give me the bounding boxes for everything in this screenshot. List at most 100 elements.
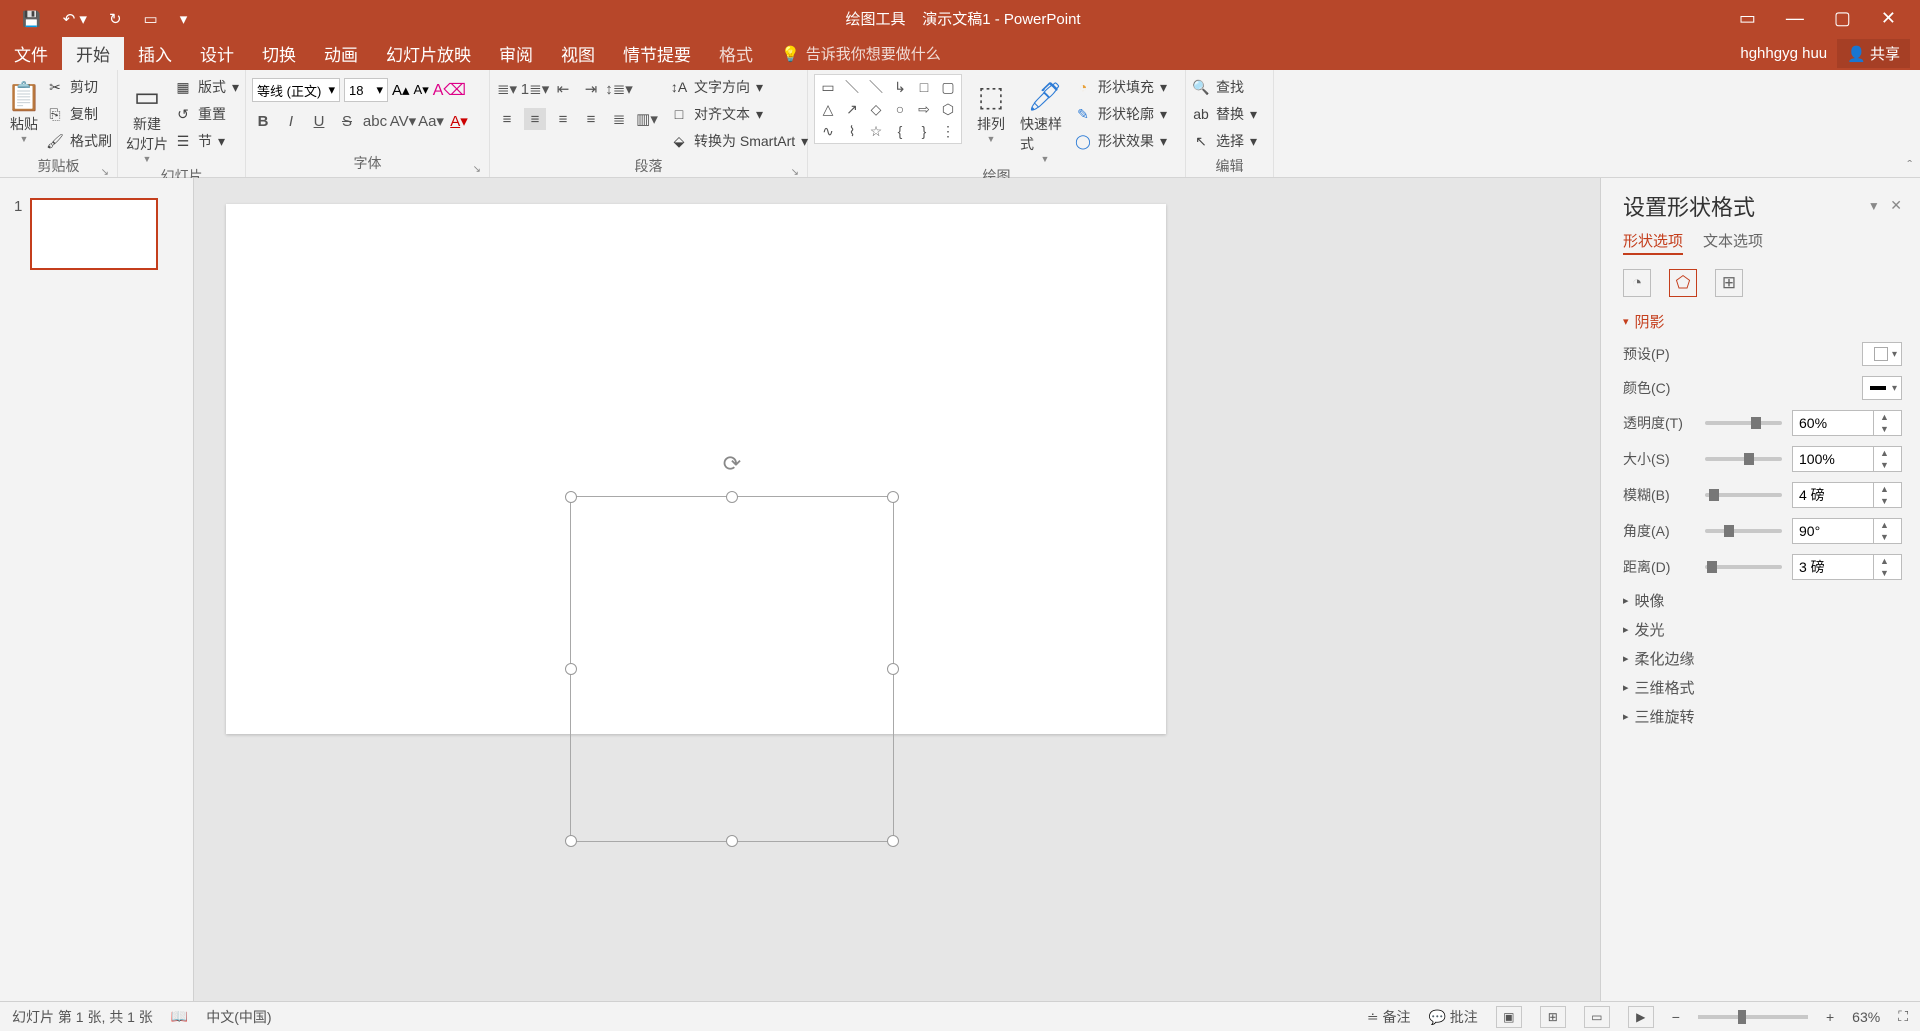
angle-slider[interactable] bbox=[1705, 529, 1782, 533]
tab-file[interactable]: 文件 bbox=[0, 37, 62, 70]
shape-diamond-icon[interactable]: ◇ bbox=[865, 99, 887, 119]
copy-button[interactable]: ⎘复制 bbox=[46, 101, 112, 127]
section-3d-format[interactable]: ▸三维格式 bbox=[1623, 677, 1902, 698]
font-color-button[interactable]: A▾ bbox=[448, 110, 470, 132]
shape-freeform-icon[interactable]: ⌇ bbox=[841, 121, 863, 141]
increase-font-icon[interactable]: A▴ bbox=[392, 81, 410, 99]
align-center-button[interactable]: ≡ bbox=[524, 108, 546, 130]
ribbon-display-icon[interactable]: ▭ bbox=[1739, 8, 1756, 29]
size-input[interactable] bbox=[1793, 447, 1873, 471]
angle-spinner[interactable]: ▲▼ bbox=[1792, 518, 1902, 544]
distance-slider[interactable] bbox=[1705, 565, 1782, 569]
shape-line2-icon[interactable]: ＼ bbox=[865, 77, 887, 97]
blur-input[interactable] bbox=[1793, 483, 1873, 507]
fill-line-category-icon[interactable]: ◔ bbox=[1623, 269, 1651, 297]
shape-outline-button[interactable]: ✎形状轮廓 ▾ bbox=[1074, 101, 1167, 127]
resize-handle-ne[interactable] bbox=[887, 491, 899, 503]
tab-view[interactable]: 视图 bbox=[547, 37, 609, 70]
align-right-button[interactable]: ≡ bbox=[552, 108, 574, 130]
text-direction-button[interactable]: ↕A文字方向 ▾ bbox=[670, 74, 808, 100]
fit-to-window-button[interactable]: ⛶ bbox=[1898, 1008, 1908, 1025]
layout-button[interactable]: ▦版式 ▾ bbox=[174, 74, 239, 100]
tab-review[interactable]: 审阅 bbox=[485, 37, 547, 70]
share-button[interactable]: 👤 共享 bbox=[1837, 39, 1910, 68]
dialog-launcher-icon[interactable]: ↘ bbox=[473, 164, 481, 175]
blur-slider[interactable] bbox=[1705, 493, 1782, 497]
bold-button[interactable]: B bbox=[252, 110, 274, 132]
shape-hexagon-icon[interactable]: ⬡ bbox=[937, 99, 959, 119]
distribute-button[interactable]: ≣ bbox=[608, 108, 630, 130]
slide[interactable]: ⟳ bbox=[226, 204, 1166, 734]
zoom-in-button[interactable]: + bbox=[1826, 1009, 1834, 1025]
align-text-button[interactable]: □对齐文本 ▾ bbox=[670, 101, 808, 127]
cut-button[interactable]: ✂剪切 bbox=[46, 74, 112, 100]
notes-button[interactable]: ≐ 备注 bbox=[1367, 1007, 1411, 1027]
resize-handle-se[interactable] bbox=[887, 835, 899, 847]
zoom-out-button[interactable]: − bbox=[1672, 1009, 1680, 1025]
quick-styles-button[interactable]: 🖊 快速样式 ▼ bbox=[1020, 74, 1070, 164]
distance-spinner[interactable]: ▲▼ bbox=[1792, 554, 1902, 580]
find-button[interactable]: 🔍查找 bbox=[1192, 74, 1257, 100]
shape-circle-icon[interactable]: ○ bbox=[889, 99, 911, 119]
convert-smartart-button[interactable]: ⬙转换为 SmartArt ▾ bbox=[670, 128, 808, 154]
slide-thumbnail-1[interactable]: 1 bbox=[14, 198, 179, 270]
preset-picker[interactable]: ▾ bbox=[1862, 342, 1902, 366]
section-button[interactable]: ☰节 ▾ bbox=[174, 128, 239, 154]
resize-handle-n[interactable] bbox=[726, 491, 738, 503]
spin-up-icon[interactable]: ▲ bbox=[1874, 483, 1895, 495]
minimize-icon[interactable]: — bbox=[1786, 8, 1804, 29]
tab-storyboard[interactable]: 情节提要 bbox=[609, 37, 705, 70]
pane-close-icon[interactable]: ✕ bbox=[1890, 197, 1902, 213]
normal-view-button[interactable]: ▣ bbox=[1496, 1006, 1522, 1028]
align-left-button[interactable]: ≡ bbox=[496, 108, 518, 130]
tab-insert[interactable]: 插入 bbox=[124, 37, 186, 70]
font-size-combo[interactable]: 18▾ bbox=[344, 78, 388, 102]
shape-gallery[interactable]: ▭＼＼↳□▢ △↗◇○⇨⬡ ∿⌇☆{}⋮ bbox=[814, 74, 962, 144]
save-icon[interactable]: 💾 bbox=[22, 10, 41, 28]
justify-button[interactable]: ≡ bbox=[580, 108, 602, 130]
effects-category-icon[interactable]: ⬠ bbox=[1669, 269, 1697, 297]
arrange-button[interactable]: ⬚ 排列 ▼ bbox=[966, 74, 1016, 144]
line-spacing-button[interactable]: ↕≣▾ bbox=[608, 78, 630, 100]
spin-down-icon[interactable]: ▼ bbox=[1874, 459, 1895, 471]
start-from-beginning-icon[interactable]: ▭ bbox=[144, 10, 158, 28]
spin-up-icon[interactable]: ▲ bbox=[1874, 411, 1895, 423]
zoom-level[interactable]: 63% bbox=[1852, 1009, 1880, 1025]
underline-button[interactable]: U bbox=[308, 110, 330, 132]
shape-square-icon[interactable]: □ bbox=[913, 77, 935, 97]
format-painter-button[interactable]: 🖌格式刷 bbox=[46, 128, 112, 154]
tab-home[interactable]: 开始 bbox=[62, 37, 124, 70]
section-soft-edges[interactable]: ▸柔化边缘 bbox=[1623, 648, 1902, 669]
shape-arrow2-icon[interactable]: ⇨ bbox=[913, 99, 935, 119]
resize-handle-nw[interactable] bbox=[565, 491, 577, 503]
qat-more-icon[interactable]: ▾ bbox=[180, 10, 188, 28]
shape-brace-r-icon[interactable]: } bbox=[913, 121, 935, 141]
close-icon[interactable]: ✕ bbox=[1881, 8, 1896, 29]
shape-more-icon[interactable]: ⋮ bbox=[937, 121, 959, 141]
dialog-launcher-icon[interactable]: ↘ bbox=[791, 167, 799, 178]
slideshow-view-button[interactable]: ▶ bbox=[1628, 1006, 1654, 1028]
spin-down-icon[interactable]: ▼ bbox=[1874, 423, 1895, 435]
select-button[interactable]: ↖选择 ▾ bbox=[1192, 128, 1257, 154]
tell-me[interactable]: 💡 告诉我你想要做什么 bbox=[767, 37, 941, 70]
reading-view-button[interactable]: ▭ bbox=[1584, 1006, 1610, 1028]
distance-input[interactable] bbox=[1793, 555, 1873, 579]
tab-design[interactable]: 设计 bbox=[186, 37, 248, 70]
reset-button[interactable]: ↺重置 bbox=[174, 101, 239, 127]
resize-handle-s[interactable] bbox=[726, 835, 738, 847]
section-3d-rotation[interactable]: ▸三维旋转 bbox=[1623, 706, 1902, 727]
undo-icon[interactable]: ↶ ▾ bbox=[63, 10, 87, 28]
dialog-launcher-icon[interactable]: ↘ bbox=[101, 167, 109, 178]
shape-curve-icon[interactable]: ∿ bbox=[817, 121, 839, 141]
resize-handle-sw[interactable] bbox=[565, 835, 577, 847]
zoom-slider[interactable] bbox=[1698, 1015, 1808, 1019]
italic-button[interactable]: I bbox=[280, 110, 302, 132]
shape-triangle-icon[interactable]: △ bbox=[817, 99, 839, 119]
character-spacing-button[interactable]: AV▾ bbox=[392, 110, 414, 132]
transparency-spinner[interactable]: ▲▼ bbox=[1792, 410, 1902, 436]
sorter-view-button[interactable]: ⊞ bbox=[1540, 1006, 1566, 1028]
replace-button[interactable]: ab替换 ▾ bbox=[1192, 101, 1257, 127]
spin-down-icon[interactable]: ▼ bbox=[1874, 567, 1895, 579]
tab-transitions[interactable]: 切换 bbox=[248, 37, 310, 70]
shape-star-icon[interactable]: ☆ bbox=[865, 121, 887, 141]
